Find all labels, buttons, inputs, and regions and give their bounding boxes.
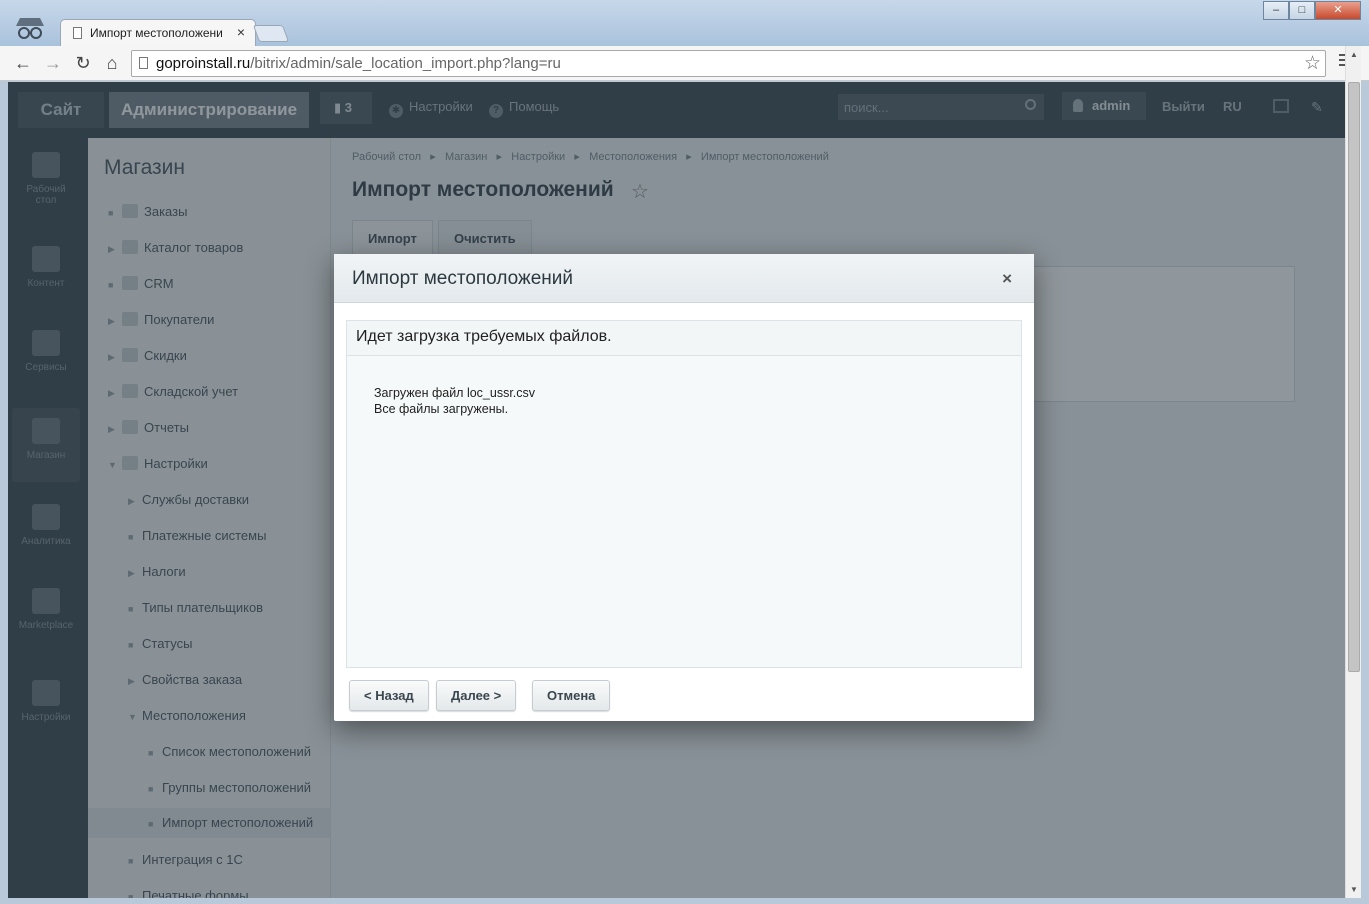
incognito-icon [16, 18, 44, 39]
bookmark-star-icon[interactable]: ☆ [1304, 52, 1321, 75]
reload-icon[interactable]: ↻ [72, 52, 94, 74]
scroll-up-icon[interactable]: ▲ [1350, 50, 1358, 59]
address-bar[interactable]: goproinstall.ru/bitrix/admin/sale_locati… [131, 50, 1326, 77]
tab-close-icon[interactable]: × [237, 24, 245, 40]
tab-title: Импорт местоположени [90, 26, 223, 40]
cancel-button[interactable]: Отмена [532, 680, 611, 711]
next-button[interactable]: Далее > [436, 680, 517, 711]
dialog-header: Импорт местоположений × [334, 254, 1034, 303]
back-arrow-icon[interactable]: ← [12, 52, 34, 74]
dialog-title: Импорт местоположений [352, 268, 573, 289]
dialog-body: Идет загрузка требуемых файлов. Загружен… [346, 320, 1022, 668]
status-line: Все файлы загружены. [374, 402, 509, 416]
new-tab-button[interactable] [252, 25, 290, 42]
scroll-thumb[interactable] [1348, 82, 1360, 672]
scroll-down-icon[interactable]: ▼ [1350, 885, 1358, 894]
window-controls: ‒ □ ✕ [1263, 1, 1361, 20]
browser-tab[interactable]: Импорт местоположени × [60, 19, 256, 46]
status-line: Загружен файл loc_ussr.csv [374, 386, 536, 400]
dialog-close-icon[interactable]: × [1002, 269, 1012, 289]
import-dialog: Импорт местоположений × Идет загрузка тр… [334, 254, 1034, 721]
dialog-subtitle: Идет загрузка требуемых файлов. [347, 321, 1021, 356]
page-icon [73, 27, 82, 39]
back-button[interactable]: < Назад [349, 680, 429, 711]
window-close-button[interactable]: ✕ [1315, 1, 1361, 20]
forward-arrow-icon[interactable]: → [42, 52, 64, 74]
url-text: goproinstall.ru/bitrix/admin/sale_locati… [156, 55, 561, 72]
browser-titlebar: Импорт местоположени × ‒ □ ✕ [0, 0, 1369, 46]
page-icon [139, 57, 148, 69]
minimize-button[interactable]: ‒ [1263, 1, 1289, 20]
browser-toolbar: ← → ↻ ⌂ goproinstall.ru/bitrix/admin/sal… [0, 46, 1369, 81]
home-icon[interactable]: ⌂ [101, 52, 123, 74]
page-scrollbar[interactable]: ▲ ▼ [1345, 46, 1361, 898]
maximize-button[interactable]: □ [1289, 1, 1315, 20]
